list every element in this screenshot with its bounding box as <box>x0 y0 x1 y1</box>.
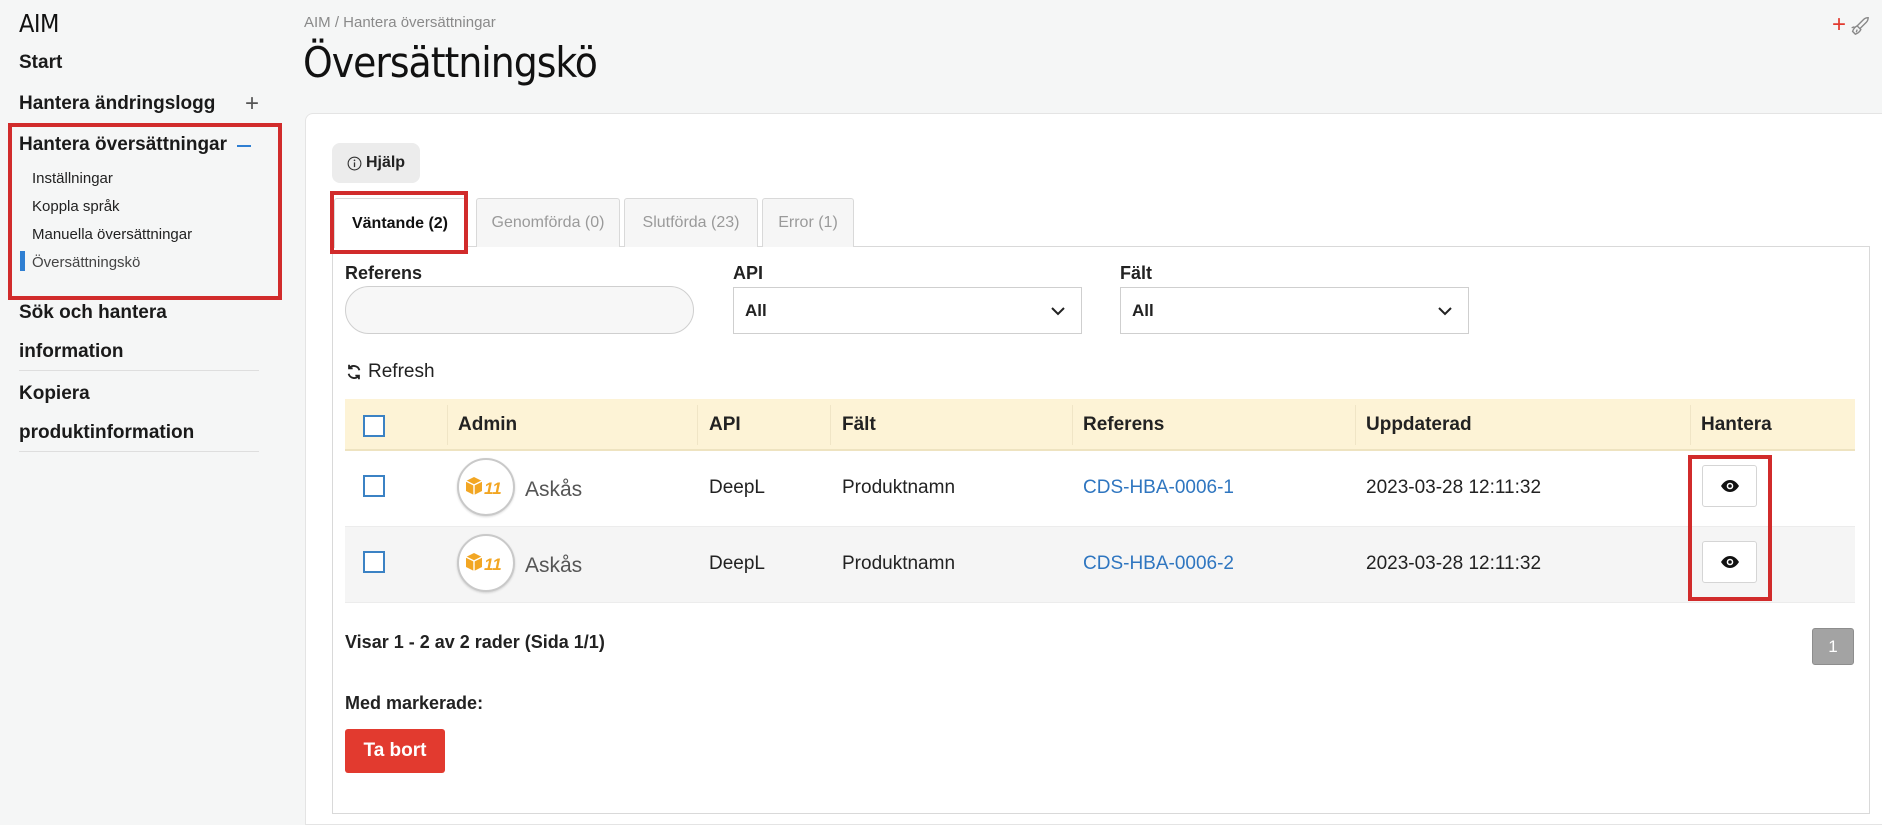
divider <box>19 370 259 371</box>
sidebar-subitem-link-languages[interactable]: Koppla språk <box>32 198 120 215</box>
chevron-down-icon <box>1438 307 1452 316</box>
tab-completed[interactable]: Genomförda (0) <box>476 198 620 247</box>
sidebar-item-changelog[interactable]: Hantera ändringslogg + <box>19 90 259 118</box>
filter-label-referens: Referens <box>345 263 423 283</box>
avatar: 11 <box>457 534 515 592</box>
row-checkbox[interactable] <box>363 551 385 573</box>
refresh-icon <box>347 364 361 380</box>
cell-updated: 2023-03-28 12:11:32 <box>1366 477 1542 498</box>
sidebar-item-start[interactable]: Start <box>19 52 259 74</box>
refresh-button[interactable]: Refresh <box>345 361 435 383</box>
column-separator <box>1072 405 1073 445</box>
pagination-summary: Visar 1 - 2 av 2 rader (Sida 1/1) <box>345 632 605 652</box>
referens-input[interactable] <box>345 286 694 334</box>
tab-error[interactable]: Error (1) <box>762 198 854 247</box>
refresh-label: Refresh <box>368 361 435 382</box>
select-all-checkbox[interactable] <box>363 415 385 437</box>
tab-pending[interactable]: Väntande (2) <box>334 198 466 248</box>
falt-select[interactable]: All <box>1120 287 1469 334</box>
sidebar-subitem-manual-translations[interactable]: Manuella översättningar <box>32 226 192 243</box>
table-row: 11 Askås DeepL Produktnamn CDS-HBA-0006-… <box>345 451 1855 527</box>
filter-label-falt: Fält <box>1120 263 1153 283</box>
sidebar-item-translations[interactable]: Hantera översättningar <box>19 134 259 156</box>
chevron-down-icon <box>1051 307 1065 316</box>
table-header: Admin API Fält Referens Uppdaterad Hante… <box>345 399 1855 451</box>
column-separator <box>1355 405 1356 445</box>
expand-plus-icon[interactable]: + <box>245 90 259 118</box>
collapse-minus-icon[interactable] <box>237 145 251 147</box>
delete-button[interactable]: Ta bort <box>345 729 445 773</box>
rocket-icon[interactable] <box>1848 14 1870 36</box>
sidebar-item-label: Hantera ändringslogg <box>19 93 216 114</box>
column-header-admin[interactable]: Admin <box>458 414 517 436</box>
eye-icon <box>1720 556 1739 568</box>
reference-link[interactable]: CDS-HBA-0006-2 <box>1083 553 1234 575</box>
cell-api: DeepL <box>709 553 765 574</box>
column-header-referens[interactable]: Referens <box>1083 414 1164 436</box>
svg-text:11: 11 <box>484 555 502 574</box>
cell-falt: Produktnamn <box>842 553 956 574</box>
sidebar-item-label: Hantera översättningar <box>19 134 228 155</box>
column-header-hantera: Hantera <box>1701 414 1772 435</box>
company-logo-icon: 11 <box>465 553 502 574</box>
row-checkbox[interactable] <box>363 475 385 497</box>
api-select-value: All <box>745 300 767 320</box>
cell-falt: Produktnamn <box>842 477 956 498</box>
sidebar-item-label: Start <box>19 52 63 73</box>
table-row: 11 Askås DeepL Produktnamn CDS-HBA-0006-… <box>345 527 1855 603</box>
column-separator <box>447 405 448 445</box>
page-title: Översättningskö <box>303 38 598 87</box>
column-separator <box>830 405 831 445</box>
filter-label-api: API <box>733 263 764 283</box>
column-header-falt[interactable]: Fält <box>842 414 876 436</box>
breadcrumb[interactable]: AIM / Hantera översättningar <box>304 14 496 31</box>
reference-link[interactable]: CDS-HBA-0006-1 <box>1083 477 1234 499</box>
active-indicator <box>20 251 25 271</box>
admin-name: Askås <box>525 478 583 501</box>
tab-finished[interactable]: Slutförda (23) <box>624 198 758 247</box>
sidebar-subitem-translation-queue[interactable]: Översättningskö <box>32 254 140 271</box>
view-button[interactable] <box>1702 465 1757 507</box>
sidebar-item-label: produktinformation <box>19 422 195 443</box>
svg-text:11: 11 <box>484 479 502 498</box>
sidebar-item-search-info[interactable]: Sök och hantera information <box>19 302 259 363</box>
divider <box>19 451 259 452</box>
column-header-uppdaterad[interactable]: Uppdaterad <box>1366 414 1472 436</box>
cell-api: DeepL <box>709 477 765 498</box>
eye-icon <box>1720 480 1739 492</box>
top-actions: + <box>1832 13 1870 37</box>
avatar: 11 <box>457 458 515 516</box>
add-icon[interactable]: + <box>1832 13 1846 37</box>
sidebar-item-copy-product-info[interactable]: Kopiera produktinformation <box>19 383 259 444</box>
view-button[interactable] <box>1702 541 1757 583</box>
sidebar-item-label: information <box>19 341 124 362</box>
help-label: Hjälp <box>365 154 406 171</box>
sidebar-item-label: Kopiera <box>19 383 90 404</box>
sidebar-item-label: Sök och hantera <box>19 302 167 323</box>
info-icon <box>347 156 362 170</box>
falt-select-value: All <box>1132 300 1154 320</box>
brand-logo[interactable]: AIM <box>19 9 59 38</box>
sidebar: AIM Start Hantera ändringslogg + Hantera… <box>0 0 305 825</box>
api-select[interactable]: All <box>733 287 1082 334</box>
column-header-api[interactable]: API <box>709 414 741 436</box>
cell-updated: 2023-03-28 12:11:32 <box>1366 553 1542 574</box>
admin-name: Askås <box>525 554 583 577</box>
column-separator <box>697 405 698 445</box>
company-logo-icon: 11 <box>465 477 502 498</box>
help-button[interactable]: Hjälp <box>332 143 420 183</box>
page-button[interactable]: 1 <box>1812 628 1854 665</box>
column-separator <box>1690 405 1691 445</box>
sidebar-subitem-settings[interactable]: Inställningar <box>32 170 113 187</box>
bulk-action-label: Med markerade: <box>345 693 484 713</box>
